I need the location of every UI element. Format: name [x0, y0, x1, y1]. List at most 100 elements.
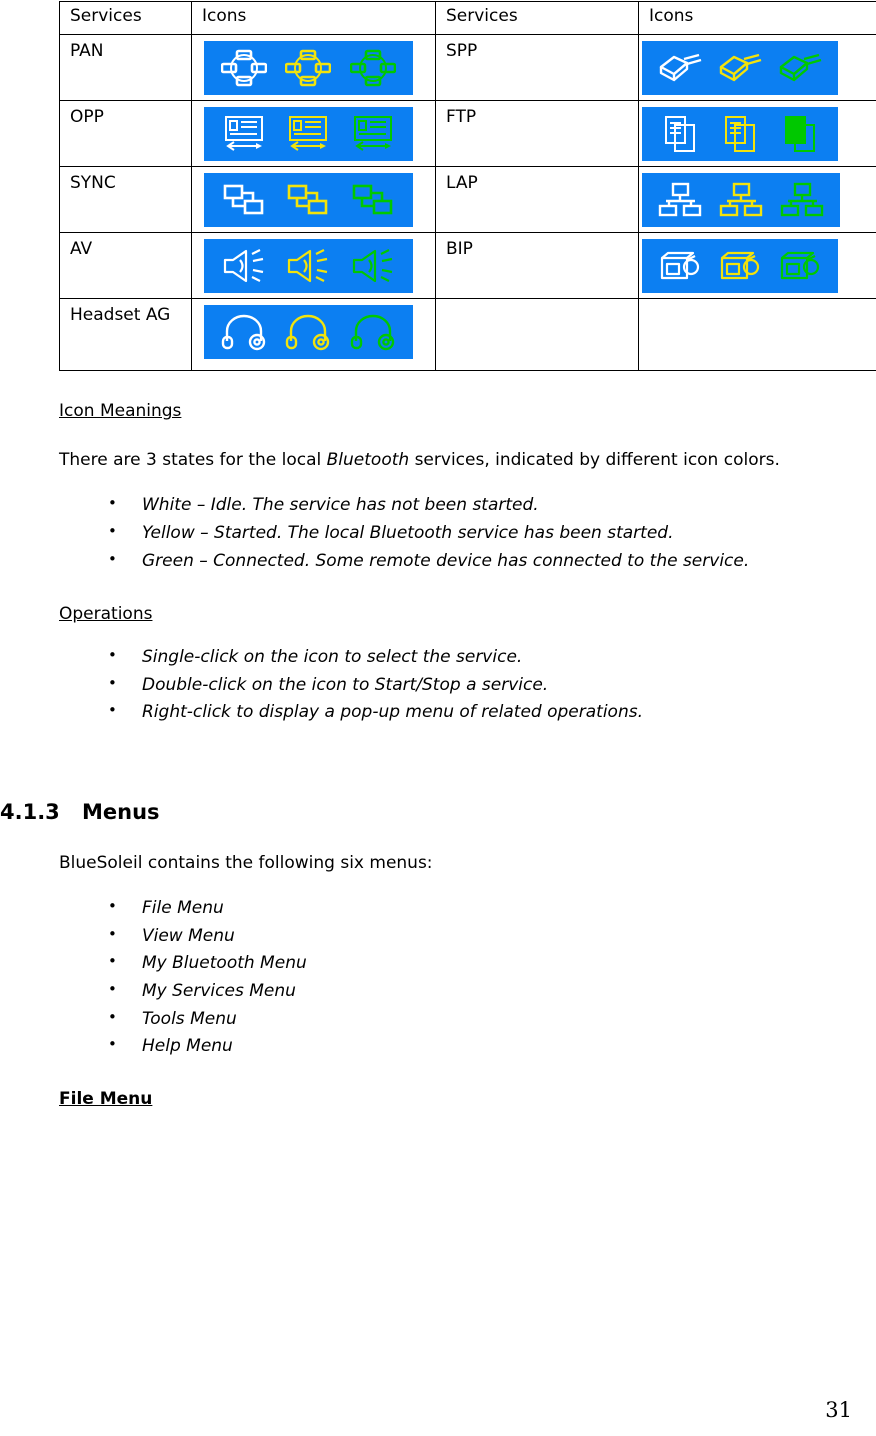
- service-icons-cell: [191, 232, 436, 299]
- spp-icon-yellow: [719, 53, 762, 82]
- bullet-text: Single-click on the icon to select the s…: [142, 647, 523, 667]
- ftp-icon-yellow: [725, 116, 755, 152]
- av-icon-white: [224, 249, 264, 283]
- service-name-cell: FTP: [435, 100, 639, 167]
- sync-icon-band: [204, 173, 413, 227]
- bullet-text: Right-click to display a pop-up menu of …: [142, 702, 643, 723]
- services-icons-table: Services Icons Services Icons PAN SPP OP…: [59, 1, 876, 371]
- headset-ag-icon-white: [221, 314, 266, 351]
- table-row: AV BIP: [59, 232, 876, 299]
- opp-icon-band: [204, 107, 413, 161]
- document-body: Icon Meanings There are 3 states for the…: [0, 372, 876, 1109]
- bullet-text: Double-click on the icon to Start/Stop a…: [142, 674, 549, 695]
- pan-icon-green: [349, 49, 396, 87]
- service-name-cell: BIP: [435, 232, 639, 299]
- bullet-text: White – Idle. The service has not been s…: [142, 495, 539, 516]
- pan-icon-yellow: [285, 49, 332, 87]
- spp-icon-green: [779, 53, 822, 82]
- lap-icon-band: [642, 173, 840, 227]
- list-item: My Bluetooth Menu: [108, 950, 876, 978]
- pan-icon-band: [204, 41, 413, 95]
- empty-service-name-cell: [435, 298, 639, 371]
- list-item: File Menu: [108, 894, 876, 923]
- sync-icon-yellow: [288, 184, 328, 215]
- bullet-text: Help Menu: [142, 1036, 233, 1057]
- table-row: Headset AG: [59, 298, 876, 371]
- table-header-row: Services Icons Services Icons: [59, 1, 876, 35]
- section-title: Menus: [82, 799, 160, 824]
- spp-icon-white: [659, 53, 702, 82]
- opp-icon-green: [353, 116, 392, 151]
- service-name-cell: PAN: [59, 34, 192, 101]
- service-name-cell: AV: [59, 232, 192, 299]
- section-number: 4.1.3: [0, 799, 60, 824]
- list-item: Right-click to display a pop-up menu of …: [108, 698, 876, 727]
- service-icons-cell: [191, 166, 436, 233]
- icon-meanings-heading: Icon Meanings: [59, 401, 182, 421]
- service-icons-cell: [638, 34, 876, 101]
- service-icons-cell: [191, 100, 436, 167]
- menus-bullet-list: File Menu View Menu My Bluetooth Menu My…: [0, 894, 876, 1061]
- bullet-text: My Bluetooth Menu: [142, 953, 307, 974]
- bullet-text: Green – Connected. Some remote device ha…: [142, 550, 750, 571]
- service-icons-cell: [191, 34, 436, 101]
- intro-text-part2: services, indicated by different icon co…: [409, 449, 780, 470]
- service-name-cell: Headset AG: [59, 298, 192, 371]
- header-cell-services-1: Services: [59, 1, 192, 35]
- list-item: White – Idle. The service has not been s…: [108, 491, 876, 520]
- service-name-cell: SYNC: [59, 166, 192, 233]
- service-icons-cell: [638, 100, 876, 167]
- bip-icon-white: [660, 251, 700, 280]
- bip-icon-green: [780, 251, 820, 280]
- headset-ag-icon-band: [204, 305, 413, 359]
- table-row: OPP FTP: [59, 100, 876, 167]
- list-item: My Services Menu: [108, 977, 876, 1006]
- bip-icon-yellow: [720, 251, 760, 280]
- intro-text-part1: There are 3 states for the local: [59, 449, 327, 470]
- bullet-text: My Services Menu: [142, 981, 296, 1002]
- lap-icon-green: [780, 182, 823, 217]
- service-icons-cell: [638, 232, 876, 299]
- av-icon-yellow: [288, 249, 328, 283]
- bip-icon-band: [642, 239, 838, 293]
- table-row: PAN SPP: [59, 34, 876, 101]
- operations-bullet-list: Single-click on the icon to select the s…: [0, 643, 876, 727]
- service-icons-cell: [638, 166, 876, 233]
- service-name-cell: SPP: [435, 34, 639, 101]
- sync-icon-white: [223, 184, 264, 215]
- service-icons-cell: [191, 298, 436, 371]
- section-heading-menus: 4.1.3 Menus: [0, 799, 876, 826]
- opp-icon-yellow: [289, 116, 328, 151]
- bullet-text: File Menu: [142, 898, 224, 919]
- intro-bluetooth-italic: Bluetooth: [326, 449, 410, 470]
- headset-ag-icon-yellow: [286, 314, 330, 351]
- ftp-icon-green: [785, 116, 815, 152]
- list-item: Double-click on the icon to Start/Stop a…: [108, 671, 876, 700]
- av-icon-green: [352, 249, 393, 283]
- icon-meanings-intro: There are 3 states for the local Bluetoo…: [59, 447, 817, 475]
- lap-icon-yellow: [719, 182, 763, 217]
- header-cell-icons-1: Icons: [191, 1, 436, 35]
- ftp-icon-white: [665, 116, 695, 152]
- bullet-text: Tools Menu: [142, 1008, 237, 1029]
- list-item: Green – Connected. Some remote device ha…: [108, 547, 876, 576]
- spp-icon-band: [642, 41, 838, 95]
- list-item: Help Menu: [108, 1032, 876, 1061]
- file-menu-subheading: File Menu: [59, 1088, 153, 1109]
- header-cell-icons-2: Icons: [638, 1, 876, 35]
- sync-icon-green: [352, 184, 393, 215]
- lap-icon-white: [659, 182, 702, 217]
- bullet-text: Yellow – Started. The local Bluetooth se…: [142, 523, 674, 543]
- opp-icon-white: [225, 116, 264, 151]
- operations-heading: Operations: [59, 604, 153, 625]
- service-name-cell: OPP: [59, 100, 192, 167]
- service-name-cell: LAP: [435, 166, 639, 233]
- list-item: View Menu: [108, 922, 876, 951]
- ftp-icon-band: [642, 107, 838, 161]
- empty-service-icons-cell: [638, 298, 876, 371]
- icon-state-bullet-list: White – Idle. The service has not been s…: [0, 491, 876, 576]
- list-item: Single-click on the icon to select the s…: [108, 643, 876, 672]
- av-icon-band: [204, 239, 413, 293]
- header-cell-services-2: Services: [435, 1, 639, 35]
- list-item: Yellow – Started. The local Bluetooth se…: [108, 519, 876, 548]
